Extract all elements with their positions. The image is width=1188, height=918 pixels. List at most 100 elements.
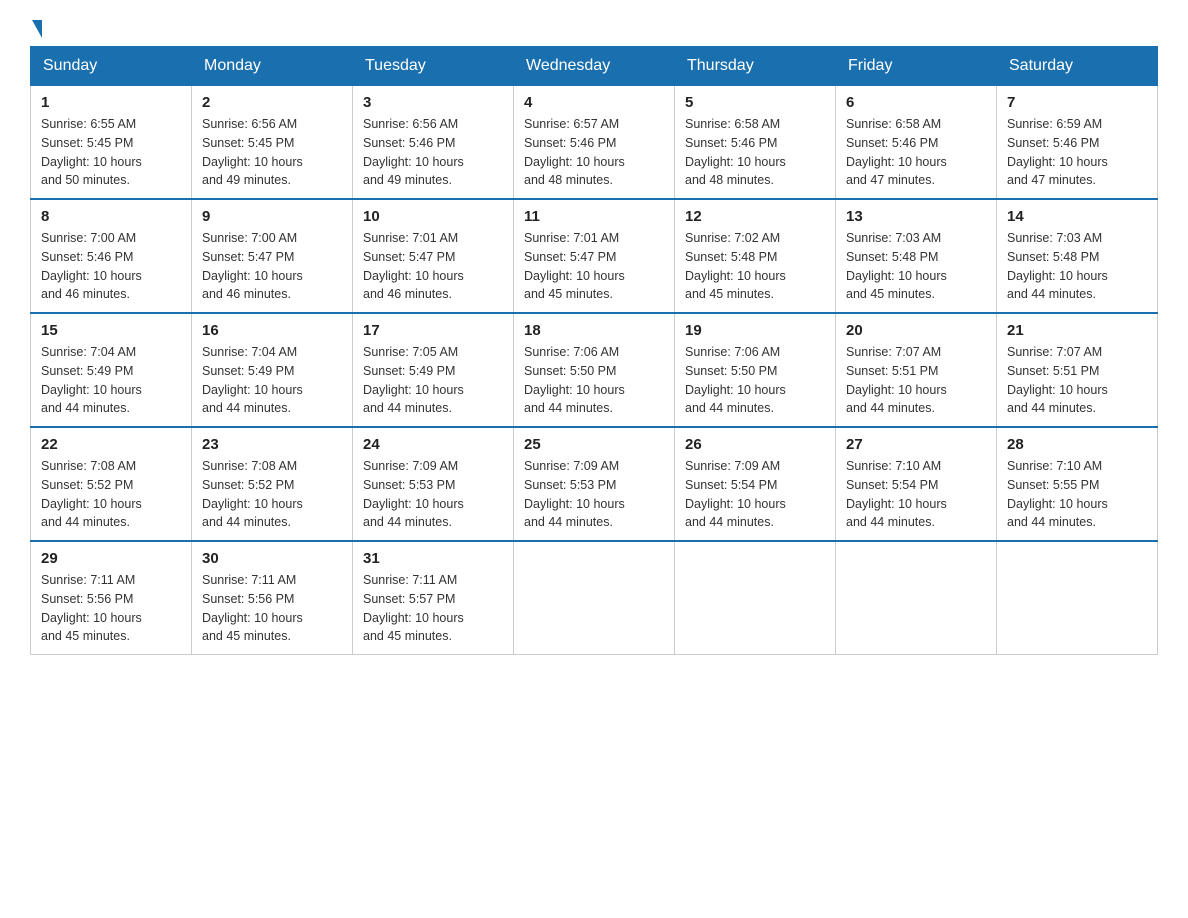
day-number: 26 [685, 436, 825, 453]
day-28: 28 Sunrise: 7:10 AM Sunset: 5:55 PM Dayl… [997, 427, 1158, 541]
day-27: 27 Sunrise: 7:10 AM Sunset: 5:54 PM Dayl… [836, 427, 997, 541]
empty-cell [997, 541, 1158, 655]
day-number: 29 [41, 550, 181, 567]
header-wednesday: Wednesday [514, 47, 675, 86]
day-19: 19 Sunrise: 7:06 AM Sunset: 5:50 PM Dayl… [675, 313, 836, 427]
day-info: Sunrise: 6:56 AM Sunset: 5:46 PM Dayligh… [363, 115, 503, 190]
day-info: Sunrise: 7:11 AM Sunset: 5:56 PM Dayligh… [41, 571, 181, 646]
day-6: 6 Sunrise: 6:58 AM Sunset: 5:46 PM Dayli… [836, 86, 997, 200]
day-info: Sunrise: 6:57 AM Sunset: 5:46 PM Dayligh… [524, 115, 664, 190]
day-11: 11 Sunrise: 7:01 AM Sunset: 5:47 PM Dayl… [514, 199, 675, 313]
day-12: 12 Sunrise: 7:02 AM Sunset: 5:48 PM Dayl… [675, 199, 836, 313]
day-info: Sunrise: 7:11 AM Sunset: 5:57 PM Dayligh… [363, 571, 503, 646]
day-info: Sunrise: 7:03 AM Sunset: 5:48 PM Dayligh… [846, 229, 986, 304]
day-number: 12 [685, 208, 825, 225]
day-number: 13 [846, 208, 986, 225]
day-info: Sunrise: 7:08 AM Sunset: 5:52 PM Dayligh… [41, 457, 181, 532]
day-info: Sunrise: 7:01 AM Sunset: 5:47 PM Dayligh… [524, 229, 664, 304]
day-number: 14 [1007, 208, 1147, 225]
day-number: 25 [524, 436, 664, 453]
day-24: 24 Sunrise: 7:09 AM Sunset: 5:53 PM Dayl… [353, 427, 514, 541]
day-info: Sunrise: 7:10 AM Sunset: 5:55 PM Dayligh… [1007, 457, 1147, 532]
logo [30, 20, 44, 36]
day-info: Sunrise: 7:09 AM Sunset: 5:53 PM Dayligh… [524, 457, 664, 532]
day-number: 11 [524, 208, 664, 225]
day-info: Sunrise: 7:09 AM Sunset: 5:53 PM Dayligh… [363, 457, 503, 532]
day-20: 20 Sunrise: 7:07 AM Sunset: 5:51 PM Dayl… [836, 313, 997, 427]
day-info: Sunrise: 7:06 AM Sunset: 5:50 PM Dayligh… [685, 343, 825, 418]
day-number: 24 [363, 436, 503, 453]
day-1: 1 Sunrise: 6:55 AM Sunset: 5:45 PM Dayli… [31, 86, 192, 200]
day-info: Sunrise: 7:07 AM Sunset: 5:51 PM Dayligh… [1007, 343, 1147, 418]
week-row-5: 29 Sunrise: 7:11 AM Sunset: 5:56 PM Dayl… [31, 541, 1158, 655]
day-31: 31 Sunrise: 7:11 AM Sunset: 5:57 PM Dayl… [353, 541, 514, 655]
empty-cell [514, 541, 675, 655]
day-info: Sunrise: 7:00 AM Sunset: 5:46 PM Dayligh… [41, 229, 181, 304]
day-22: 22 Sunrise: 7:08 AM Sunset: 5:52 PM Dayl… [31, 427, 192, 541]
day-info: Sunrise: 7:07 AM Sunset: 5:51 PM Dayligh… [846, 343, 986, 418]
day-2: 2 Sunrise: 6:56 AM Sunset: 5:45 PM Dayli… [192, 86, 353, 200]
day-13: 13 Sunrise: 7:03 AM Sunset: 5:48 PM Dayl… [836, 199, 997, 313]
day-number: 7 [1007, 94, 1147, 111]
day-number: 27 [846, 436, 986, 453]
day-17: 17 Sunrise: 7:05 AM Sunset: 5:49 PM Dayl… [353, 313, 514, 427]
day-number: 8 [41, 208, 181, 225]
day-15: 15 Sunrise: 7:04 AM Sunset: 5:49 PM Dayl… [31, 313, 192, 427]
day-23: 23 Sunrise: 7:08 AM Sunset: 5:52 PM Dayl… [192, 427, 353, 541]
day-info: Sunrise: 7:04 AM Sunset: 5:49 PM Dayligh… [202, 343, 342, 418]
empty-cell [675, 541, 836, 655]
day-info: Sunrise: 7:05 AM Sunset: 5:49 PM Dayligh… [363, 343, 503, 418]
day-number: 21 [1007, 322, 1147, 339]
day-number: 17 [363, 322, 503, 339]
day-info: Sunrise: 7:08 AM Sunset: 5:52 PM Dayligh… [202, 457, 342, 532]
day-info: Sunrise: 7:03 AM Sunset: 5:48 PM Dayligh… [1007, 229, 1147, 304]
header-saturday: Saturday [997, 47, 1158, 86]
logo-triangle-icon [32, 20, 42, 38]
day-info: Sunrise: 7:06 AM Sunset: 5:50 PM Dayligh… [524, 343, 664, 418]
day-number: 30 [202, 550, 342, 567]
day-25: 25 Sunrise: 7:09 AM Sunset: 5:53 PM Dayl… [514, 427, 675, 541]
day-18: 18 Sunrise: 7:06 AM Sunset: 5:50 PM Dayl… [514, 313, 675, 427]
day-number: 20 [846, 322, 986, 339]
day-info: Sunrise: 6:58 AM Sunset: 5:46 PM Dayligh… [846, 115, 986, 190]
day-number: 6 [846, 94, 986, 111]
day-21: 21 Sunrise: 7:07 AM Sunset: 5:51 PM Dayl… [997, 313, 1158, 427]
day-number: 4 [524, 94, 664, 111]
day-14: 14 Sunrise: 7:03 AM Sunset: 5:48 PM Dayl… [997, 199, 1158, 313]
day-info: Sunrise: 7:00 AM Sunset: 5:47 PM Dayligh… [202, 229, 342, 304]
header-friday: Friday [836, 47, 997, 86]
day-3: 3 Sunrise: 6:56 AM Sunset: 5:46 PM Dayli… [353, 86, 514, 200]
day-26: 26 Sunrise: 7:09 AM Sunset: 5:54 PM Dayl… [675, 427, 836, 541]
day-16: 16 Sunrise: 7:04 AM Sunset: 5:49 PM Dayl… [192, 313, 353, 427]
day-10: 10 Sunrise: 7:01 AM Sunset: 5:47 PM Dayl… [353, 199, 514, 313]
calendar-table: SundayMondayTuesdayWednesdayThursdayFrid… [30, 46, 1158, 655]
day-number: 23 [202, 436, 342, 453]
day-7: 7 Sunrise: 6:59 AM Sunset: 5:46 PM Dayli… [997, 86, 1158, 200]
day-info: Sunrise: 7:01 AM Sunset: 5:47 PM Dayligh… [363, 229, 503, 304]
day-info: Sunrise: 6:56 AM Sunset: 5:45 PM Dayligh… [202, 115, 342, 190]
day-info: Sunrise: 7:09 AM Sunset: 5:54 PM Dayligh… [685, 457, 825, 532]
day-9: 9 Sunrise: 7:00 AM Sunset: 5:47 PM Dayli… [192, 199, 353, 313]
header-thursday: Thursday [675, 47, 836, 86]
week-row-3: 15 Sunrise: 7:04 AM Sunset: 5:49 PM Dayl… [31, 313, 1158, 427]
day-info: Sunrise: 7:11 AM Sunset: 5:56 PM Dayligh… [202, 571, 342, 646]
day-number: 3 [363, 94, 503, 111]
day-info: Sunrise: 7:02 AM Sunset: 5:48 PM Dayligh… [685, 229, 825, 304]
day-29: 29 Sunrise: 7:11 AM Sunset: 5:56 PM Dayl… [31, 541, 192, 655]
day-number: 28 [1007, 436, 1147, 453]
day-number: 31 [363, 550, 503, 567]
day-info: Sunrise: 7:10 AM Sunset: 5:54 PM Dayligh… [846, 457, 986, 532]
header-sunday: Sunday [31, 47, 192, 86]
week-row-2: 8 Sunrise: 7:00 AM Sunset: 5:46 PM Dayli… [31, 199, 1158, 313]
day-5: 5 Sunrise: 6:58 AM Sunset: 5:46 PM Dayli… [675, 86, 836, 200]
header-tuesday: Tuesday [353, 47, 514, 86]
day-number: 1 [41, 94, 181, 111]
day-number: 22 [41, 436, 181, 453]
header-monday: Monday [192, 47, 353, 86]
week-row-1: 1 Sunrise: 6:55 AM Sunset: 5:45 PM Dayli… [31, 86, 1158, 200]
day-number: 2 [202, 94, 342, 111]
empty-cell [836, 541, 997, 655]
week-row-4: 22 Sunrise: 7:08 AM Sunset: 5:52 PM Dayl… [31, 427, 1158, 541]
day-number: 5 [685, 94, 825, 111]
day-8: 8 Sunrise: 7:00 AM Sunset: 5:46 PM Dayli… [31, 199, 192, 313]
